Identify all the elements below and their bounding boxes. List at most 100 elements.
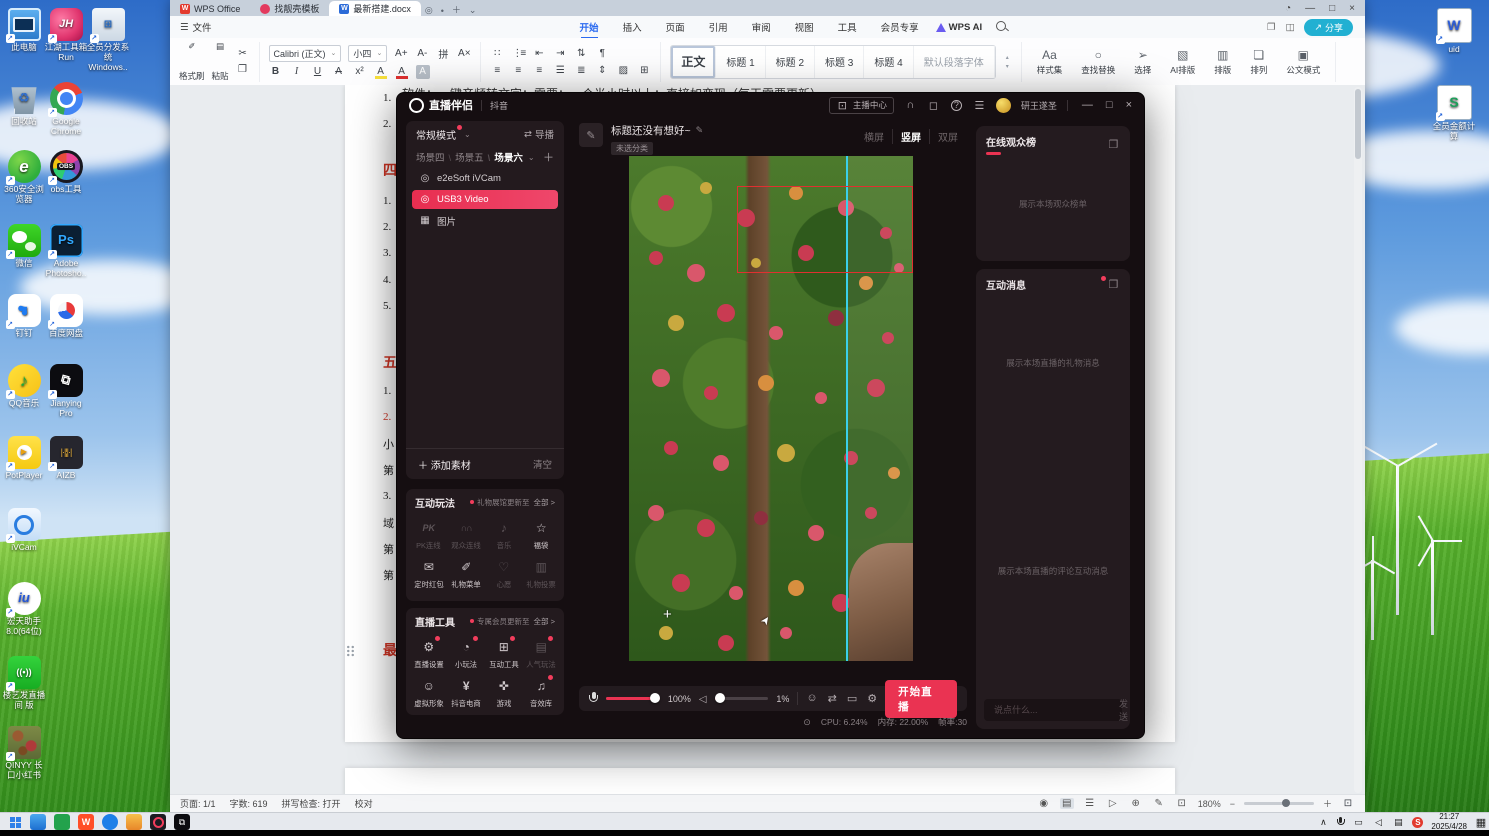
interact-feature[interactable]: 礼物投票: [523, 557, 561, 590]
orientation-option[interactable]: 竖屏: [892, 129, 929, 144]
desktop-icon[interactable]: 楼艺发直播间 版: [2, 656, 46, 711]
speaker-icon[interactable]: [699, 693, 707, 705]
tools-all-link[interactable]: 全部 >: [534, 616, 555, 627]
popup-icon[interactable]: [1107, 278, 1120, 291]
clear-button[interactable]: 清空: [533, 457, 552, 471]
font-tool-icon[interactable]: [436, 46, 450, 60]
send-button[interactable]: 发送: [1119, 697, 1128, 723]
control-icon[interactable]: [847, 692, 857, 705]
format-tool-icon[interactable]: [415, 64, 430, 79]
quick-tool-icon[interactable]: [337, 20, 351, 34]
view-mode-icon[interactable]: [1083, 798, 1097, 809]
start-button[interactable]: [4, 814, 26, 830]
paragraph-tool-icon[interactable]: [490, 46, 504, 60]
format-tool-icon[interactable]: [395, 65, 409, 79]
interact-feature[interactable]: 福袋: [523, 518, 561, 551]
taskbar-app-green-tool[interactable]: [54, 814, 70, 830]
interact-feature[interactable]: 观众连线: [448, 518, 486, 551]
view-mode-icon[interactable]: [1106, 798, 1120, 809]
wps-maximize-button[interactable]: □: [1329, 3, 1335, 14]
taskbar-app-live-companion[interactable]: [150, 814, 166, 830]
font-size-select[interactable]: 小四 ⌄: [348, 44, 388, 62]
wps-document-tab[interactable]: 最新搭建.docx: [329, 1, 421, 16]
tool-feature[interactable]: 直播设置: [410, 636, 448, 670]
tray-icon[interactable]: [1412, 816, 1424, 828]
ime-icon[interactable]: [1475, 816, 1487, 829]
scene-tab[interactable]: 场景四: [416, 150, 445, 164]
ribbon-tool-button[interactable]: 样式集: [1031, 48, 1069, 76]
style-option[interactable]: 标题 2: [766, 45, 816, 78]
taskbar-app-browser[interactable]: [30, 814, 46, 830]
desktop-icon[interactable]: AIZB: [44, 436, 88, 481]
bell-icon[interactable]: ◔: [1285, 3, 1291, 14]
volume-slider[interactable]: [714, 693, 769, 703]
desktop-icon[interactable]: QQ音乐: [2, 364, 46, 409]
quick-tool-icon[interactable]: [314, 20, 328, 34]
format-tool-icon[interactable]: [290, 65, 304, 79]
tray-icon[interactable]: [1392, 817, 1404, 828]
format-tool-icon[interactable]: [269, 65, 283, 79]
source-item[interactable]: e2eSoft iVCam: [412, 169, 558, 188]
tray-icon[interactable]: [1372, 817, 1384, 828]
interact-feature[interactable]: 音乐: [485, 518, 523, 551]
selection-rectangle[interactable]: [737, 186, 913, 273]
interact-all-link[interactable]: 全部 >: [534, 497, 555, 508]
director-button[interactable]: ⇄ 导播: [524, 127, 554, 142]
paragraph-tool-icon[interactable]: [595, 63, 609, 77]
style-gallery-scroll[interactable]: ▴ ▾: [1003, 54, 1012, 70]
collaboration-icon[interactable]: ❐: [1267, 22, 1276, 33]
ribbon-tool-button[interactable]: 选择: [1128, 48, 1157, 76]
menu-item[interactable]: 工具: [837, 18, 858, 36]
paragraph-tool-icon[interactable]: [616, 63, 630, 77]
new-tab-button[interactable]: ＋: [452, 3, 461, 16]
style-option[interactable]: 默认段落字体: [914, 45, 995, 78]
view-mode-icon[interactable]: [1152, 798, 1166, 809]
fit-page-icon[interactable]: [1341, 797, 1355, 811]
titlebar-icon[interactable]: [927, 99, 940, 112]
paragraph-tool-icon[interactable]: [574, 46, 588, 60]
cut-icon[interactable]: [236, 47, 250, 61]
ribbon-tool-button[interactable]: 查找替换: [1075, 48, 1121, 76]
tool-feature[interactable]: 人气玩法: [523, 636, 561, 670]
microphone-slider[interactable]: [605, 693, 660, 703]
desktop-icon[interactable]: iVCam: [2, 508, 46, 553]
orientation-option[interactable]: 横屏: [856, 129, 892, 144]
paragraph-tool-icon[interactable]: [490, 63, 504, 77]
interact-feature[interactable]: 心愿: [485, 557, 523, 590]
tool-feature[interactable]: 虚拟形象: [410, 676, 448, 709]
message-input[interactable]: [992, 704, 1113, 716]
desktop-icon[interactable]: obs工具: [44, 150, 88, 195]
document-page-next[interactable]: [345, 768, 1175, 795]
font-tool-icon[interactable]: [415, 46, 429, 60]
mode-select[interactable]: 常规模式: [416, 124, 462, 142]
menu-item[interactable]: 视图: [794, 18, 815, 36]
ribbon-tool-button[interactable]: 公文模式: [1280, 48, 1326, 76]
paragraph-tool-icon[interactable]: [511, 46, 525, 60]
scene-tab[interactable]: 场景六: [484, 150, 523, 164]
format-tool-icon[interactable]: [374, 65, 388, 79]
view-mode-icon[interactable]: [1037, 798, 1051, 809]
view-mode-icon[interactable]: [1129, 798, 1143, 809]
tray-icon[interactable]: [1352, 817, 1364, 828]
gear-icon[interactable]: [1087, 276, 1106, 291]
paragraph-tool-icon[interactable]: [595, 46, 609, 60]
orientation-option[interactable]: 双屏: [929, 129, 966, 144]
quick-tool-icon[interactable]: [222, 20, 236, 34]
paragraph-tool-icon[interactable]: [637, 63, 651, 77]
titlebar-icon[interactable]: [904, 99, 917, 112]
desktop-icon[interactable]: Jianying Pro: [44, 364, 88, 419]
zoom-out-button[interactable]: −: [1230, 799, 1235, 809]
tray-icon[interactable]: [1317, 817, 1329, 828]
desktop-icon[interactable]: 江湖工具箱 Run: [44, 8, 88, 63]
clock[interactable]: 21:27 2025/4/28: [1431, 812, 1467, 832]
format-tool-icon[interactable]: [311, 65, 325, 79]
wps-document-tab[interactable]: 找靓壳模板: [250, 1, 329, 16]
search-icon[interactable]: [996, 20, 1007, 31]
quick-tool-icon[interactable]: [268, 20, 282, 34]
pencil-icon[interactable]: ✎: [696, 125, 704, 136]
zoom-in-button[interactable]: ＋: [1323, 797, 1332, 810]
anchor-center-button[interactable]: 主播中心: [828, 96, 894, 114]
tool-feature[interactable]: 音效库: [523, 675, 561, 709]
start-live-button[interactable]: 开始直播: [885, 679, 957, 718]
taskbar-app-capcut[interactable]: [174, 814, 190, 830]
